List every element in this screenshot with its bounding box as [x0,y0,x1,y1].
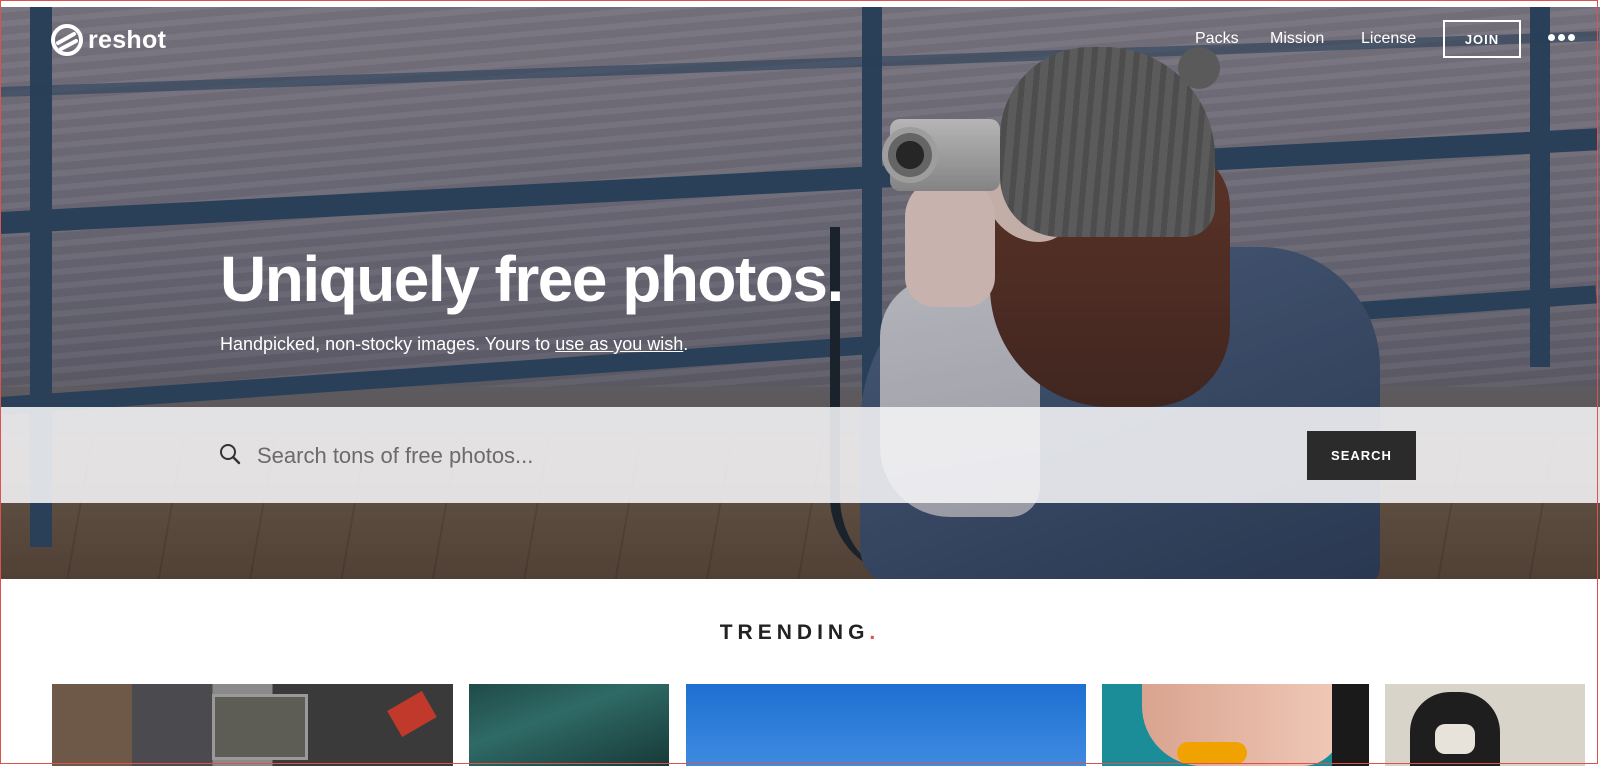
dot [1568,34,1575,41]
top-nav: Packs Mission License [0,28,1600,58]
photo-detail [387,691,437,737]
license-link[interactable]: use as you wish [555,334,683,354]
dot [1548,34,1555,41]
trending-photo[interactable] [1385,684,1585,766]
trending-accent-dot: . [869,621,881,644]
search-icon [220,444,241,465]
photo-detail [1435,724,1475,754]
join-button[interactable]: JOIN [1443,20,1521,58]
nav-mission[interactable]: Mission [1270,30,1324,48]
dot [1558,34,1565,41]
photo-detail [1177,742,1247,764]
trending-title: TRENDING [719,621,870,644]
trending-photo[interactable] [1102,684,1369,766]
subline-period: . [683,334,689,354]
photo-detail [1332,684,1369,766]
trending-gallery [0,684,1600,766]
subline-text: Handpicked, non-stocky images. Yours to [220,334,556,354]
photo-detail [212,694,308,760]
trending-photo[interactable] [686,684,1086,766]
hero-subline: Handpicked, non-stocky images. Yours to … [220,334,688,355]
nav-license[interactable]: License [1361,30,1416,48]
search-input[interactable] [255,433,1259,479]
trending-heading: TRENDING. [0,621,1600,645]
search-button[interactable]: SEARCH [1307,431,1416,480]
trending-photo[interactable] [469,684,669,766]
more-dots-icon[interactable] [1548,34,1576,44]
nav-packs[interactable]: Packs [1195,30,1239,48]
trending-photo[interactable] [52,684,453,766]
search-bar: SEARCH [0,407,1600,503]
hero-headline: Uniquely free photos. [220,243,844,315]
